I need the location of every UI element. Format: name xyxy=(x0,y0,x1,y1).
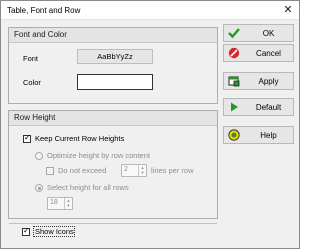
window-title: Table, Font and Row xyxy=(7,6,81,15)
default-button[interactable]: Default xyxy=(223,98,294,116)
lines-suffix-label: lines per row xyxy=(151,166,194,175)
help-label: Help xyxy=(260,131,277,140)
help-button[interactable]: Help xyxy=(223,126,294,144)
font-label: Font xyxy=(23,54,39,63)
height-value: 18 xyxy=(50,199,58,206)
font-color-heading: Font and Color xyxy=(9,28,217,43)
spinner-arrows-icon[interactable]: ▲ ▼ xyxy=(138,165,146,176)
row-height-heading: Row Height xyxy=(9,111,217,126)
checkmark-icon: ✓ xyxy=(24,133,31,142)
cancel-label: Cancel xyxy=(256,49,281,58)
radio-selected-dot xyxy=(38,187,41,190)
optimize-radio[interactable] xyxy=(35,152,43,160)
color-swatch-button[interactable] xyxy=(77,74,153,90)
apply-button[interactable]: Apply xyxy=(223,72,294,90)
checkmark-icon: ✓ xyxy=(23,226,30,235)
height-spinner[interactable]: 18 ▲ ▼ xyxy=(47,197,73,210)
lines-spinner[interactable]: 2 ▲ ▼ xyxy=(121,164,147,177)
check-icon xyxy=(228,28,240,39)
ok-label: OK xyxy=(262,29,275,38)
dialog-window: Table, Font and Row ✕ Font and Color Fon… xyxy=(0,0,300,249)
select-height-label: Select height for all rows xyxy=(47,183,129,192)
cancel-button[interactable]: Cancel xyxy=(223,44,294,62)
lines-value: 2 xyxy=(124,166,128,173)
do-not-exceed-label: Do not exceed xyxy=(58,166,107,175)
default-label: Default xyxy=(255,103,282,112)
cancel-icon xyxy=(228,47,240,59)
apply-label: Apply xyxy=(258,77,279,86)
keep-current-checkbox[interactable]: ✓ xyxy=(23,133,31,143)
optimize-label: Optimize height by row content xyxy=(47,151,150,160)
show-icons-checkbox[interactable]: ✓ xyxy=(22,226,30,236)
apply-icon xyxy=(228,76,240,87)
close-icon[interactable]: ✕ xyxy=(282,4,294,16)
font-color-panel: Font and Color Font AaBbYyZz Color xyxy=(8,27,218,104)
play-icon xyxy=(231,102,238,112)
help-icon xyxy=(228,129,240,141)
color-label: Color xyxy=(23,78,41,87)
keep-current-label: Keep Current Row Heights xyxy=(35,134,125,143)
title-bar: Table, Font and Row ✕ xyxy=(1,1,299,20)
row-height-panel: Row Height ✓ Keep Current Row Heights Op… xyxy=(8,110,218,219)
font-sample-button[interactable]: AaBbYyZz xyxy=(77,49,153,64)
spinner-arrows-icon[interactable]: ▲ ▼ xyxy=(64,198,72,209)
do-not-exceed-checkbox[interactable] xyxy=(46,167,54,175)
select-height-radio[interactable] xyxy=(35,184,43,192)
show-icons-label: Show Icons xyxy=(35,227,74,236)
divider xyxy=(9,223,217,224)
ok-button[interactable]: OK xyxy=(223,24,294,42)
